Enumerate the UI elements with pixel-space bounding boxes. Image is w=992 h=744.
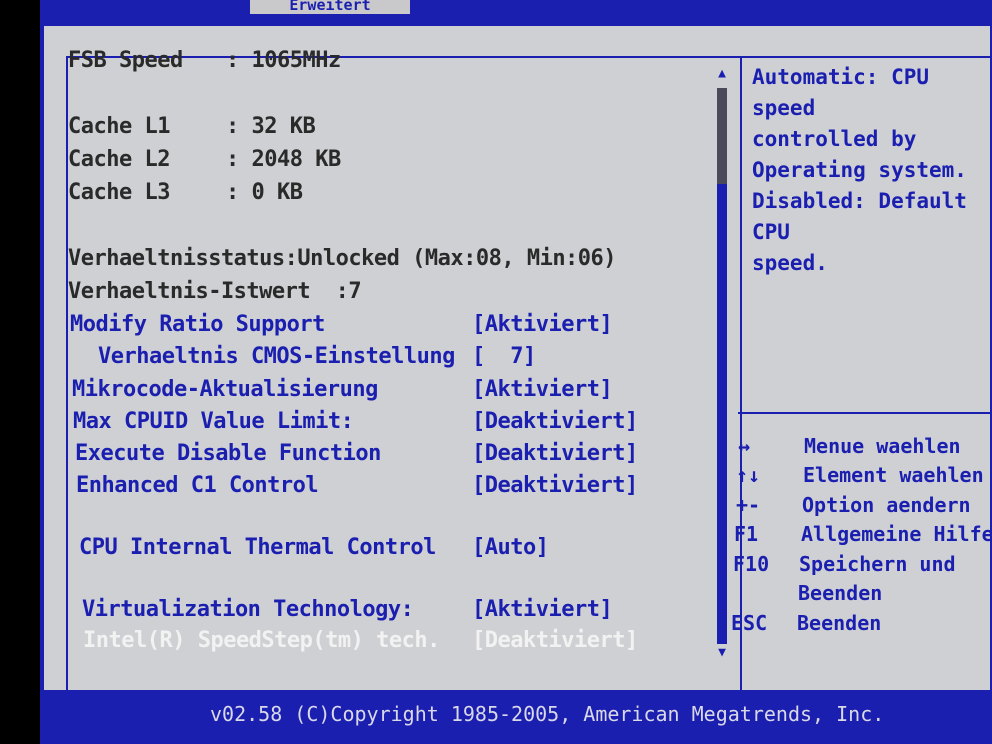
cache-l3-label: Cache L3 (68, 180, 170, 205)
key-f1: F1 (734, 522, 759, 546)
help-divider (738, 412, 990, 414)
key-desc-option: Option aendern (802, 493, 971, 517)
scroll-down-icon[interactable]: ▼ (715, 644, 729, 662)
scroll-track[interactable] (717, 88, 727, 644)
key-desc-exit: Beenden (797, 611, 882, 635)
thermal-control-value[interactable]: [Auto] (472, 533, 549, 563)
speedstep-value[interactable]: [Deaktiviert] (472, 626, 638, 656)
microcode-value[interactable]: [Aktiviert] (472, 375, 613, 405)
key-desc-save-exit: Beenden (798, 581, 883, 605)
cache-l2-label: Cache L2 (68, 147, 170, 172)
speedstep-label: Intel(R) SpeedStep(tm) tech. (83, 628, 440, 653)
virtualization-value[interactable]: [Aktiviert] (472, 595, 613, 625)
key-desc-save: Speichern und (799, 552, 956, 576)
cache-l2-value: : 2048 KB (226, 147, 341, 172)
scroll-up-icon[interactable]: ▲ (715, 64, 729, 84)
settings-scrollbar[interactable]: ▲ ▼ (715, 64, 729, 662)
ratio-actual-text: Verhaeltnis-Istwert :7 (68, 279, 362, 304)
thermal-control-label: CPU Internal Thermal Control (79, 535, 436, 560)
ratio-status-text: Verhaeltnisstatus:Unlocked (Max:08, Min:… (68, 246, 617, 271)
modify-ratio-value[interactable]: [Aktiviert] (472, 310, 613, 340)
ratio-cmos-value[interactable]: [ 7] (472, 342, 536, 372)
modify-ratio-label: Modify Ratio Support (70, 312, 325, 337)
arrow-left-right-icon: ↔ (738, 434, 751, 458)
virtualization-label: Virtualization Technology: (82, 597, 414, 622)
cache-l1-value: : 32 KB (226, 114, 316, 139)
help-description: Automatic: CPU speed controlled by Opera… (752, 65, 967, 275)
fsb-speed-value: : 1065MHz (226, 48, 341, 73)
execute-disable-value[interactable]: [Deaktiviert] (472, 439, 638, 469)
key-f10: F10 (733, 552, 770, 576)
max-cpuid-value[interactable]: [Deaktiviert] (472, 407, 638, 437)
copyright-footer: v02.58 (C)Copyright 1985-2005, American … (210, 702, 885, 726)
key-esc: ESC (731, 611, 768, 635)
fsb-speed-label: FSB Speed (68, 48, 183, 73)
cache-l1-label: Cache L1 (68, 114, 170, 139)
key-desc-help: Allgemeine Hilfe (801, 522, 992, 546)
arrow-up-down-icon: ↑↓ (736, 463, 761, 487)
max-cpuid-label: Max CPUID Value Limit: (73, 409, 354, 434)
microcode-label: Mikrocode-Aktualisierung (72, 377, 378, 402)
scroll-thumb[interactable] (717, 88, 727, 184)
enhanced-c1-label: Enhanced C1 Control (76, 473, 319, 498)
enhanced-c1-value[interactable]: [Deaktiviert] (472, 471, 638, 501)
tab-erweitert[interactable]: Erweitert (250, 0, 410, 14)
key-plus-minus: +- (736, 493, 761, 517)
key-desc-element: Element waehlen (803, 463, 984, 487)
key-desc-menu: Menue waehlen (804, 434, 961, 458)
cache-l3-value: : 0 KB (226, 180, 303, 205)
execute-disable-label: Execute Disable Function (75, 441, 381, 466)
ratio-cmos-label: Verhaeltnis CMOS-Einstellung (98, 344, 455, 369)
